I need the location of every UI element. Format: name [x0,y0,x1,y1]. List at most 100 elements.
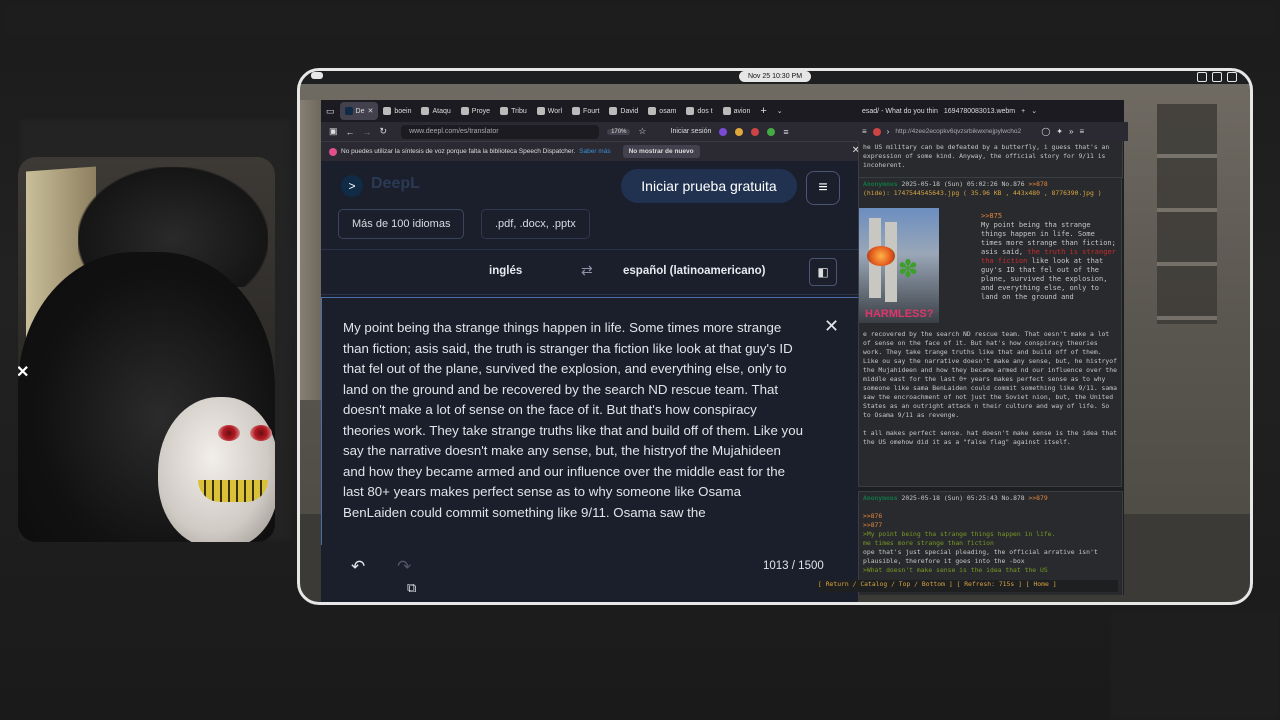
tab-avion[interactable]: avion [718,102,756,120]
tab-boeing[interactable]: boein [378,102,416,120]
thread-navigation-bar[interactable]: [ Return / Catalog / Top / Bottom ] [ Re… [818,580,1118,592]
reload-icon[interactable]: ↻ [380,126,388,137]
post-text: t all makes perfect sense. hat doesn't m… [863,429,1117,446]
language-bar: inglés ⇄ español (latinoamericano) ◧ [321,249,858,295]
tabs-list-icon[interactable]: ▭ [321,102,340,120]
deepl-brand[interactable]: DeepL [371,175,420,193]
tab-video[interactable]: 1694780083013.webm [944,108,1015,115]
tab-label: Proye [471,107,491,115]
tab-label: boein [394,107,412,115]
tab-label: David [620,107,639,115]
tab-osama[interactable]: osam [643,102,681,120]
notification-text: No puedes utilizar la síntesis de voz po… [341,148,576,155]
extension-icon[interactable] [719,127,728,136]
backlink[interactable]: >>879 [1028,494,1047,502]
network-icon[interactable] [1197,72,1207,82]
tab-close-icon[interactable]: ✕ [367,107,373,115]
extension-icon[interactable] [751,127,760,136]
tab-favicon-icon [572,107,581,115]
redo-icon[interactable]: ↷ [397,557,411,577]
tab-deepl[interactable]: De ✕ [339,102,379,120]
address-bar-right[interactable]: http://4zee2ecopkv6qvzsrbikwxnejpylwcho2 [895,128,1035,135]
extension-icon[interactable] [767,127,776,136]
volume-icon[interactable] [1212,72,1222,82]
power-icon[interactable] [1227,72,1237,82]
mask-mouth [198,480,268,502]
quote-link[interactable]: >>876 [863,512,882,520]
dont-show-again-button[interactable]: No mostrar de nuevo [622,145,700,158]
deepl-logo-icon[interactable]: > [341,175,363,197]
bookmark-star-icon[interactable]: ☆ [638,126,646,137]
nav-toolbar-right: ≡ › http://4zee2ecopkv6qvzsrbikwxnejpylw… [858,122,1128,141]
browser-window-deepl: ▭ De ✕ boein Ataqu Proye Tribu Worl Fourt… [321,100,866,605]
source-text-area[interactable]: My point being tha strange things happen… [321,297,859,547]
backlink[interactable]: >>878 [1028,180,1047,188]
languages-chip[interactable]: Más de 100 idiomas [338,209,465,239]
tab-fourth[interactable]: Fourt [567,102,604,120]
toggle-panel-icon[interactable]: ◧ [809,258,837,286]
post-thumbnail[interactable]: ✽ HARMLESS? [859,208,939,323]
extension-icon[interactable] [735,127,744,136]
tab-overflow-icon[interactable]: ⌄ [772,102,788,120]
forward-icon[interactable]: → [363,127,372,137]
source-text[interactable]: My point being tha strange things happen… [343,318,803,523]
tab-favicon-icon [609,107,618,115]
file-info[interactable]: (hide): 1747544545643.jpg ( 35.96 KB , 4… [863,189,1102,197]
quote-link[interactable]: >>877 [863,521,882,529]
close-icon[interactable]: ✕ [18,362,29,382]
activities-icon[interactable] [311,72,323,79]
clock[interactable]: Nov 25 10:30 PM [739,71,811,82]
system-topbar: Nov 25 10:30 PM [297,68,1253,84]
start-trial-button[interactable]: Iniciar prueba gratuita [621,169,797,203]
extension-icon[interactable] [872,127,881,136]
overflow-icon[interactable]: » [1069,127,1073,136]
new-tab-icon[interactable]: + [755,102,771,120]
tab-proyecto[interactable]: Proye [456,102,495,120]
tab-favicon-icon [421,107,430,115]
address-bar[interactable]: www.deepl.com/es/translator [401,124,600,139]
tab-label: Fourt [583,107,600,115]
new-tab-icon[interactable]: + [1021,108,1025,115]
signin-button[interactable]: Iniciar sesión [671,128,712,135]
deepl-header: > DeepL Iniciar prueba gratuita ≡ [321,161,858,215]
learn-more-link[interactable]: Saber más [579,148,610,155]
undo-icon[interactable]: ↶ [351,557,365,577]
blurred-topbar [0,0,1280,40]
post-body: he US military can be defeated by a butt… [863,143,1110,169]
menu-icon[interactable]: ≡ [783,127,788,137]
tab-imageboard[interactable]: esad/ - What do you thin [862,108,938,115]
post-date[interactable]: 2025-05-18 (Sun) 05:25:43 No.878 [902,494,1025,502]
extension-icon[interactable]: ✦ [1056,127,1063,136]
system-tray[interactable] [1197,72,1237,82]
zoom-badge[interactable]: 170% [607,128,631,135]
tab-tribune[interactable]: Tribu [495,102,532,120]
quote-link[interactable]: >>875 [981,212,1002,220]
sidebar-icon[interactable]: ▣ [329,126,338,137]
tab-favicon-icon [536,107,545,115]
target-language-select[interactable]: español (latinoamericano) [623,265,766,277]
shield-icon[interactable]: ◯ [1041,127,1050,136]
tab-david[interactable]: David [604,102,643,120]
thumbnail-caption: HARMLESS? [865,308,934,320]
menu-icon[interactable]: ≡ [1079,127,1084,136]
webcam-overlay: ✕ [18,157,275,542]
tab-world[interactable]: Worl [532,102,567,120]
source-language-select[interactable]: inglés [489,265,522,277]
imageboard-thread: he US military can be defeated by a butt… [858,141,1124,595]
character-counter: 1013 / 1500 [763,560,824,572]
post-body: >>875 My point being tha strange things … [981,212,1119,302]
clear-text-icon[interactable]: ✕ [824,316,839,337]
swap-languages-icon[interactable]: ⇄ [581,262,593,279]
tab-overflow-icon[interactable]: ⌄ [1031,107,1037,115]
sidebar-icon[interactable]: ≡ [862,127,867,136]
tab-dos-torres[interactable]: dos t [681,102,717,120]
browser-window-imageboard: esad/ - What do you thin 1694780083013.w… [858,100,1128,595]
more-icon[interactable]: › [887,127,890,136]
mask-eye-right [250,425,272,441]
tab-ataque[interactable]: Ataqu [416,102,455,120]
hamburger-menu-icon[interactable]: ≡ [806,171,840,205]
copy-icon[interactable]: ⧉ [407,580,416,596]
back-icon[interactable]: ← [346,127,355,137]
file-types-chip[interactable]: .pdf, .docx, .pptx [481,209,590,239]
post-date[interactable]: 2025-05-18 (Sun) 05:02:26 No.876 [902,180,1025,188]
